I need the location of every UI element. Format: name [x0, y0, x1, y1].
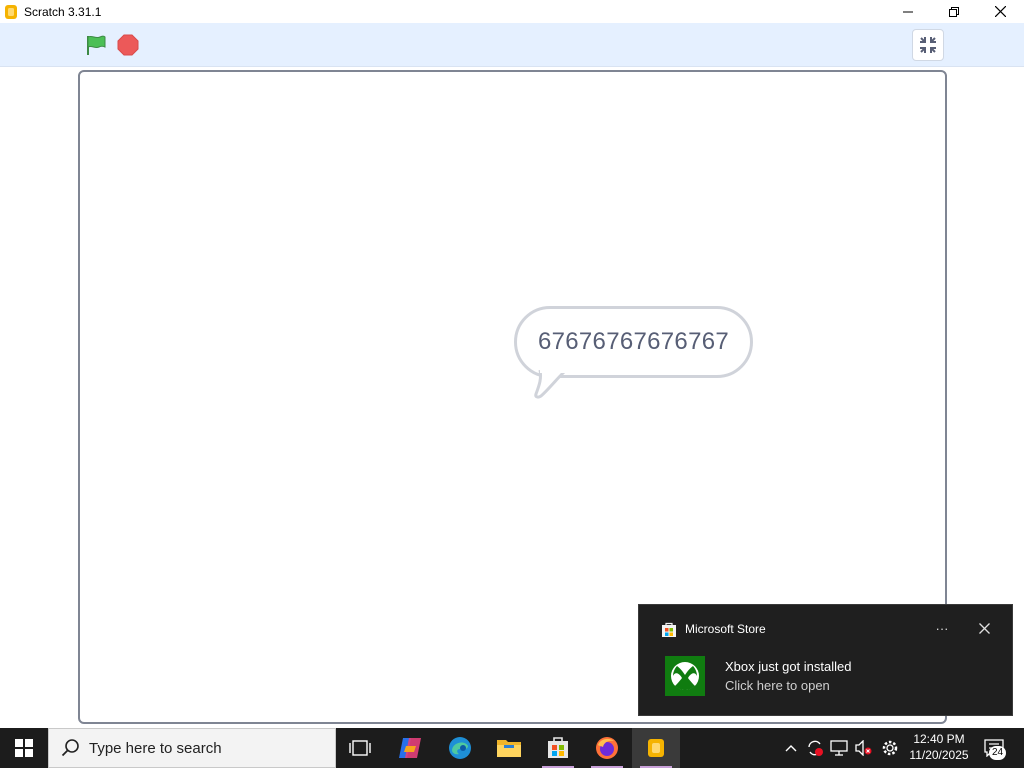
player-header: [0, 23, 1024, 67]
toast-body: Click here to open: [725, 678, 830, 693]
volume-button[interactable]: [852, 728, 874, 768]
firefox-icon: [596, 737, 618, 759]
speech-text: 67676767676767: [537, 328, 730, 355]
file-explorer-icon: [497, 740, 521, 757]
toast-more-button[interactable]: ···: [929, 617, 955, 639]
taskbar-clock[interactable]: 12:40 PM 11/20/2025: [904, 731, 974, 763]
microsoft-store-icon: [548, 737, 568, 758]
minimize-button[interactable]: [885, 0, 931, 23]
chevron-up-icon: [785, 745, 797, 752]
gear-icon: [882, 740, 898, 756]
restore-icon: [949, 6, 959, 17]
copilot-button[interactable]: [386, 728, 434, 768]
close-button[interactable]: [977, 0, 1023, 23]
network-button[interactable]: [828, 728, 850, 768]
green-flag-button[interactable]: [83, 33, 109, 57]
scratch-app-icon: [5, 4, 17, 19]
exit-fullscreen-button[interactable]: [912, 29, 944, 61]
speech-bubble-tail: [534, 370, 566, 399]
volume-muted-icon: [855, 740, 872, 756]
close-icon: [994, 6, 1006, 17]
restore-button[interactable]: [931, 0, 977, 23]
window-title: Scratch 3.31.1: [24, 4, 102, 19]
toast-app-name: Microsoft Store: [685, 622, 766, 636]
scratch-taskbar-button[interactable]: [632, 728, 680, 768]
speech-bubble: 67676767676767: [514, 306, 753, 378]
toast-notification[interactable]: Microsoft Store ··· Xbox just got instal…: [638, 604, 1013, 716]
taskbar: Type here to search 12:40 PM 11/20/2025 …: [0, 728, 1024, 768]
clock-date: 11/20/2025: [909, 748, 969, 762]
microsoft-store-icon: [662, 622, 676, 637]
start-button[interactable]: [0, 728, 48, 768]
clock-time: 12:40 PM: [913, 732, 965, 746]
minimize-icon: [903, 11, 913, 12]
green-flag-icon: [87, 35, 106, 55]
firefox-button[interactable]: [583, 728, 631, 768]
task-view-button[interactable]: [336, 728, 384, 768]
unfullscreen-icon: [920, 37, 936, 53]
xbox-app-icon: [665, 656, 705, 696]
scratch-icon: [648, 739, 664, 757]
xbox-icon: [671, 662, 699, 690]
microsoft-store-button[interactable]: [534, 728, 582, 768]
taskbar-search-box[interactable]: Type here to search: [48, 728, 336, 768]
sync-status-button[interactable]: [804, 728, 826, 768]
windows-logo-icon: [15, 739, 33, 757]
stop-sign-icon: [117, 34, 139, 56]
search-icon: [61, 738, 81, 758]
copilot-icon: [399, 738, 421, 758]
toast-title: Xbox just got installed: [725, 659, 852, 674]
search-placeholder: Type here to search: [89, 739, 222, 757]
close-icon: [978, 622, 990, 634]
title-bar: Scratch 3.31.1: [0, 0, 1024, 23]
file-explorer-button[interactable]: [485, 728, 533, 768]
network-icon: [830, 740, 848, 756]
edge-icon: [449, 737, 471, 759]
sync-error-icon: [808, 740, 823, 756]
toast-close-button[interactable]: [972, 617, 996, 639]
task-view-icon: [349, 740, 371, 756]
stop-button[interactable]: [116, 33, 140, 57]
settings-button[interactable]: [878, 728, 902, 768]
show-hidden-icons-button[interactable]: [780, 728, 802, 768]
notification-count-badge: 24: [989, 746, 1007, 760]
edge-button[interactable]: [436, 728, 484, 768]
